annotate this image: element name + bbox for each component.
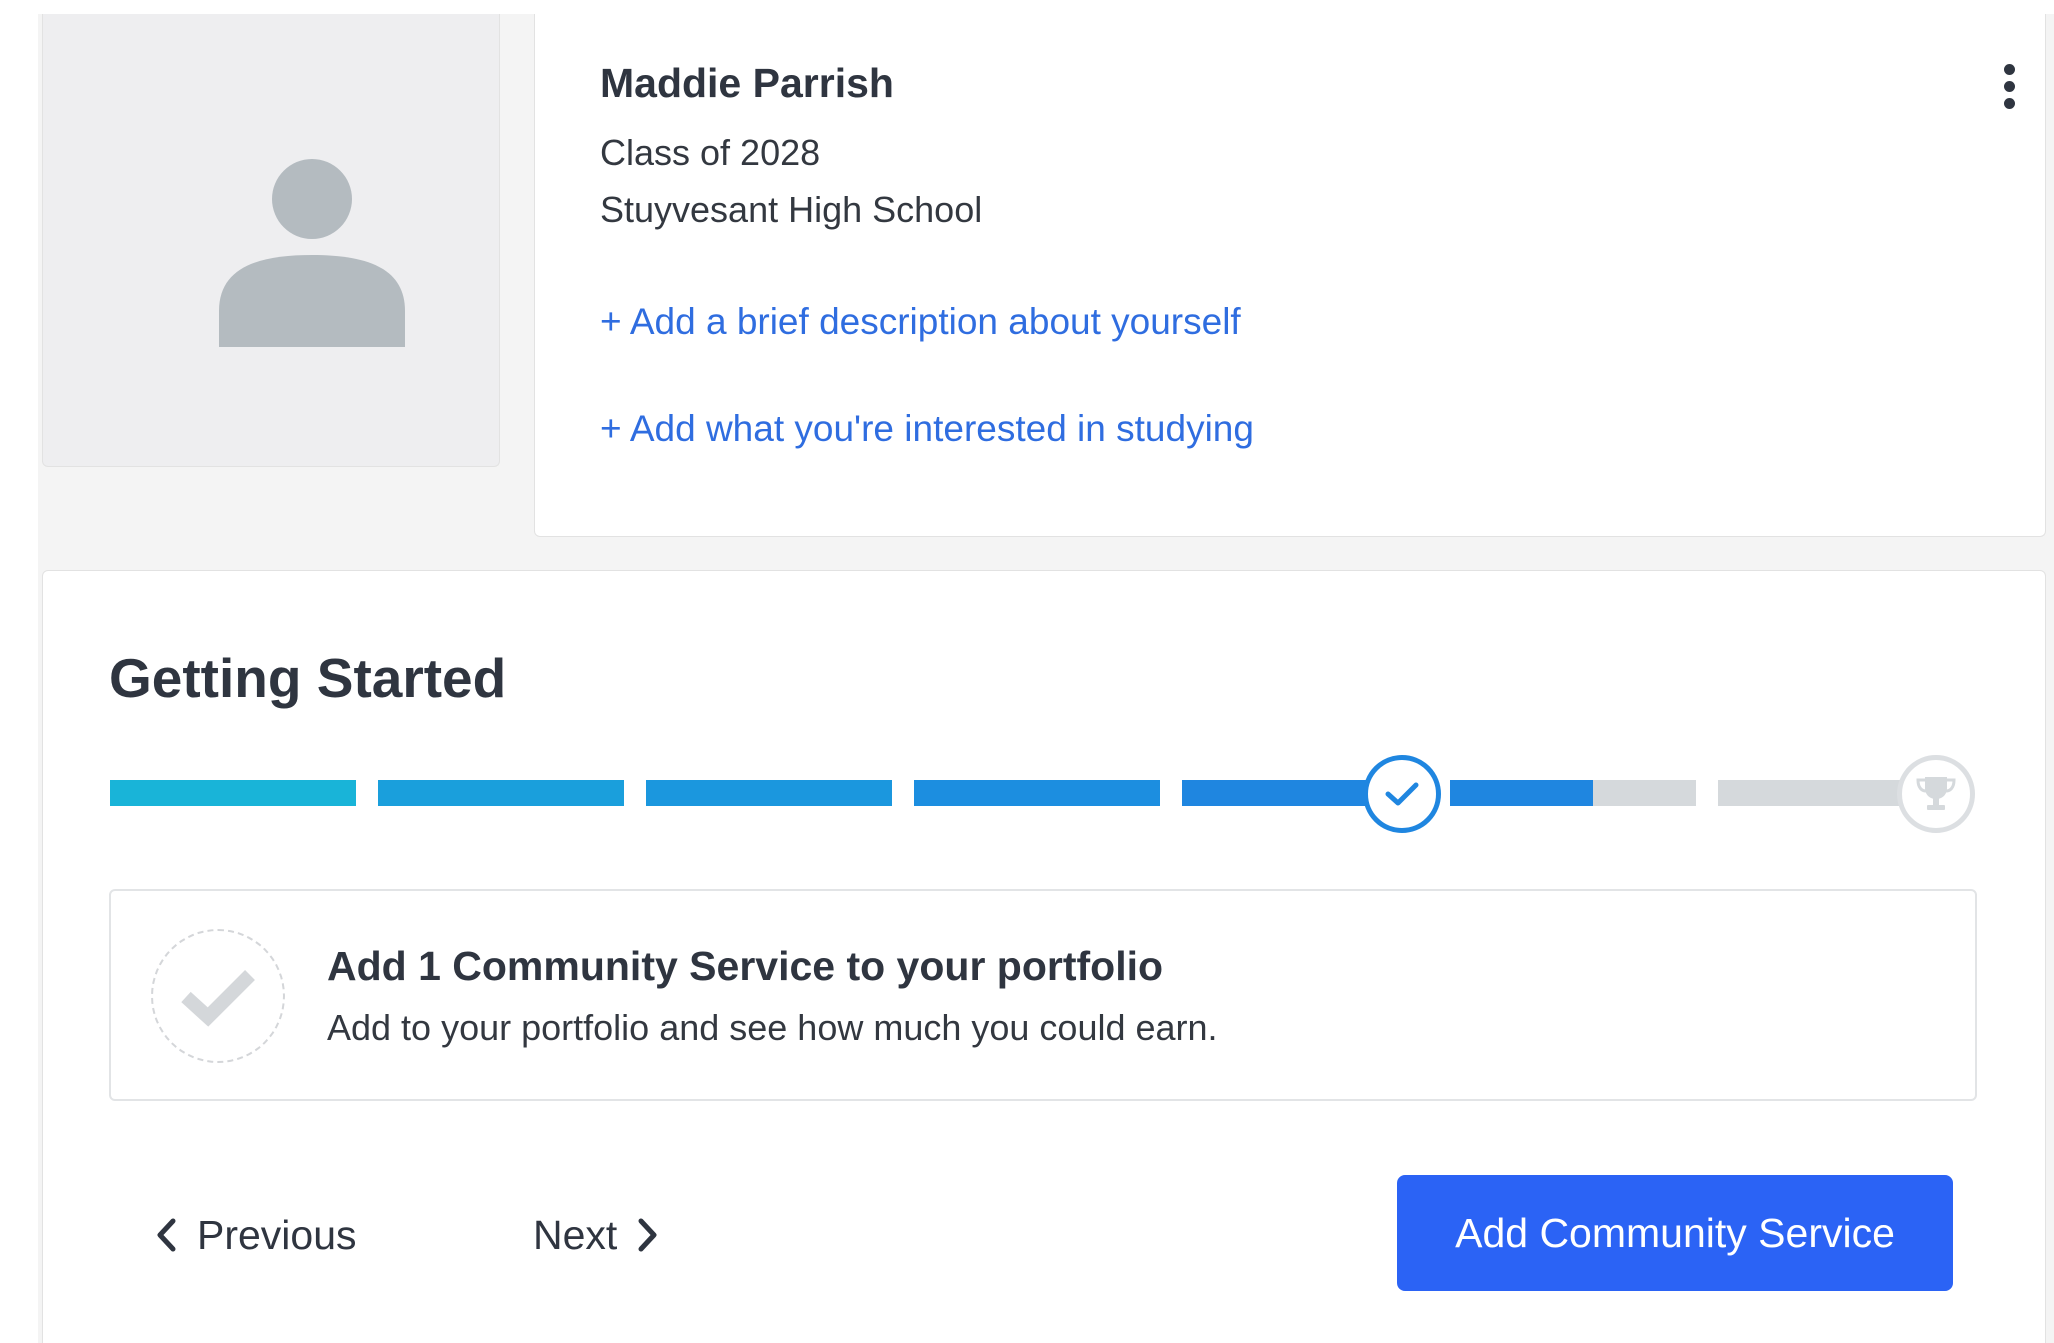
chevron-left-icon	[157, 1218, 176, 1252]
profile-class-year: Class of 2028	[600, 132, 821, 173]
check-icon	[181, 970, 255, 1027]
avatar-card[interactable]	[42, 14, 500, 467]
task-title: Add 1 Community Service to your portfoli…	[327, 943, 1164, 989]
task-card[interactable]: Add 1 Community Service to your portfoli…	[109, 889, 1977, 1101]
page: Maddie Parrish Class of 2028 Stuyvesant …	[0, 0, 2054, 1343]
task-subtitle: Add to your portfolio and see how much y…	[327, 1007, 1218, 1048]
final-step-marker[interactable]	[1897, 755, 1975, 833]
task-status-indicator	[151, 929, 285, 1063]
trophy-icon	[1916, 777, 1956, 810]
add-description-link[interactable]: + Add a brief description about yourself	[600, 301, 1241, 343]
add-community-service-button[interactable]: Add Community Service	[1397, 1175, 1953, 1291]
more-vertical-icon[interactable]	[2001, 64, 2017, 114]
profile-name: Maddie Parrish	[600, 60, 894, 106]
check-icon	[1385, 782, 1419, 806]
add-interests-link[interactable]: + Add what you're interested in studying	[600, 408, 1254, 450]
previous-button[interactable]: Previous	[155, 1205, 357, 1265]
previous-label: Previous	[197, 1211, 357, 1258]
next-button[interactable]: Next	[533, 1205, 659, 1265]
profile-school: Stuyvesant High School	[600, 189, 983, 230]
next-label: Next	[533, 1211, 618, 1258]
progress-segment	[1450, 780, 1696, 806]
progress-tracker	[43, 571, 2045, 871]
progress-segment	[110, 780, 356, 806]
chevron-right-icon	[638, 1218, 657, 1252]
current-step-marker[interactable]	[1363, 755, 1441, 833]
getting-started-card: Getting Started Add 1 Community Service …	[42, 570, 2046, 1343]
progress-segment	[914, 780, 1160, 806]
user-placeholder-icon	[219, 159, 405, 347]
progress-segment	[378, 780, 624, 806]
profile-card: Maddie Parrish Class of 2028 Stuyvesant …	[534, 14, 2046, 537]
progress-segment	[646, 780, 892, 806]
